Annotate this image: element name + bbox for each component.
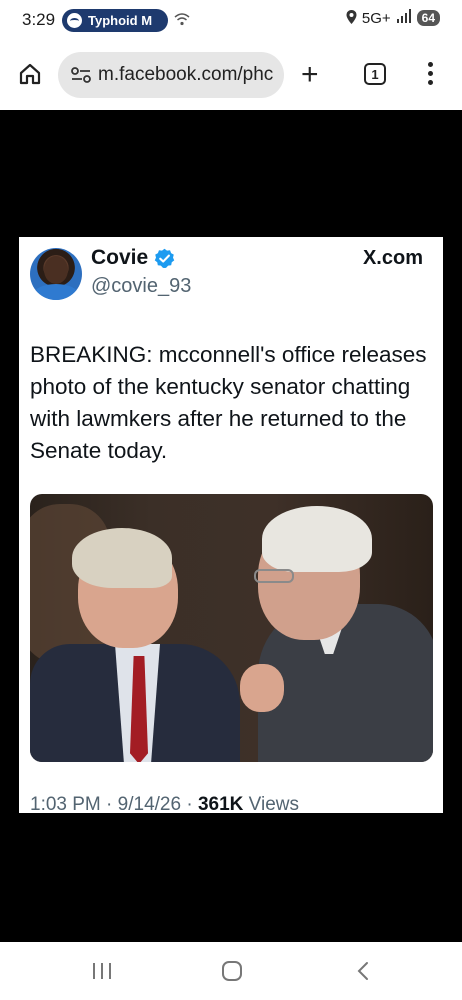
nav-home-icon[interactable] <box>222 961 242 981</box>
wifi-icon <box>174 12 190 30</box>
more-menu-icon[interactable] <box>428 62 434 89</box>
verified-badge-icon <box>154 248 175 268</box>
recents-icon[interactable] <box>93 963 111 979</box>
display-name[interactable]: Covie <box>91 246 148 270</box>
url-text: m.facebook.com/phc <box>98 64 274 85</box>
back-icon[interactable] <box>356 961 370 981</box>
battery-badge: 64 <box>416 10 440 26</box>
tweet-time[interactable]: 1:03 PM <box>30 794 101 813</box>
system-nav-bar <box>0 942 462 1000</box>
site-settings-icon[interactable] <box>70 66 92 84</box>
status-right: 5G+ 64 <box>346 9 440 27</box>
views-label: Views <box>248 794 299 813</box>
spotify-icon <box>67 13 82 28</box>
media-label: Typhoid M <box>88 13 153 28</box>
user-handle[interactable]: @covie_93 <box>91 275 191 298</box>
new-tab-icon[interactable]: + <box>301 60 319 90</box>
status-time: 3:29 <box>22 10 56 29</box>
signal-icon <box>396 9 412 27</box>
network-label: 5G+ <box>361 9 391 27</box>
tweet-card[interactable]: Covie @covie_93 X.com BREAKING: mcconnel… <box>19 237 443 813</box>
tweet-date[interactable]: 9/14/26 <box>118 794 181 813</box>
browser-toolbar: m.facebook.com/phc + 1 <box>0 40 462 110</box>
tweet-text: BREAKING: mcconnell's office releases ph… <box>30 342 427 463</box>
views-count: 361K <box>197 794 244 813</box>
status-bar: 3:29 Typhoid M 5G+ 64 <box>0 0 462 40</box>
tweet-photo[interactable] <box>30 494 433 762</box>
url-bar[interactable]: m.facebook.com/phc <box>58 52 284 98</box>
tweet-meta: 1:03 PM · 9/14/26 · 361K Views <box>30 794 299 813</box>
tab-switcher-button[interactable]: 1 <box>364 63 386 85</box>
avatar[interactable] <box>30 248 82 300</box>
source-label[interactable]: X.com <box>363 247 423 270</box>
home-icon[interactable] <box>18 62 42 86</box>
location-icon <box>346 9 357 27</box>
media-pill[interactable]: Typhoid M <box>62 9 168 32</box>
